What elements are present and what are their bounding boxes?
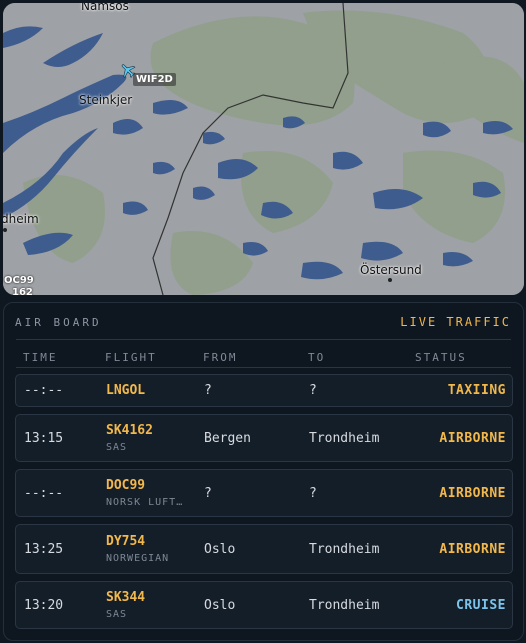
table-row[interactable]: --:-- LNGOL ? ? TAXIING bbox=[15, 374, 513, 407]
row-status: TAXIING bbox=[447, 383, 506, 398]
row-flight: SK344 bbox=[106, 590, 146, 605]
map-view[interactable]: Namsos Steinkjer dheim Östersund WIF2D O… bbox=[3, 3, 524, 295]
row-flight: DOC99 bbox=[106, 478, 146, 493]
row-time: 13:15 bbox=[24, 431, 64, 446]
row-flight: LNGOL bbox=[106, 383, 146, 398]
row-status: AIRBORNE bbox=[439, 486, 506, 501]
place-label-trondheim: dheim bbox=[3, 212, 39, 226]
place-label-namsos: Namsos bbox=[81, 3, 129, 13]
row-flight: DY754 bbox=[106, 534, 146, 549]
row-status: AIRBORNE bbox=[439, 431, 506, 446]
aircraft-callsign-tag[interactable]: WIF2D bbox=[133, 73, 176, 86]
board-header: AIR BOARD LIVE TRAFFIC bbox=[4, 303, 523, 341]
row-to: Trondheim bbox=[309, 542, 380, 557]
place-label-steinkjer: Steinkjer bbox=[79, 93, 133, 107]
row-airline: NORSK LUFT… bbox=[106, 497, 184, 508]
column-header-status: STATUS bbox=[415, 351, 467, 364]
edge-tag-line: 162 bbox=[12, 287, 33, 295]
row-from: Bergen bbox=[204, 431, 251, 446]
divider bbox=[16, 339, 511, 340]
row-time: 13:25 bbox=[24, 542, 64, 557]
row-to: ? bbox=[309, 486, 317, 501]
row-from: ? bbox=[204, 486, 212, 501]
live-traffic-label: LIVE TRAFFIC bbox=[400, 315, 511, 329]
row-time: 13:20 bbox=[24, 598, 64, 613]
row-to: ? bbox=[309, 383, 317, 398]
column-header-flight: FLIGHT bbox=[105, 351, 157, 364]
city-dot bbox=[388, 278, 392, 282]
place-label-ostersund: Östersund bbox=[360, 263, 422, 277]
row-time: --:-- bbox=[24, 383, 64, 398]
air-board-panel: AIR BOARD LIVE TRAFFIC TIME FLIGHT FROM … bbox=[3, 302, 524, 641]
row-time: --:-- bbox=[24, 486, 64, 501]
map-terrain bbox=[3, 3, 524, 295]
column-header-time: TIME bbox=[23, 351, 58, 364]
divider bbox=[16, 367, 511, 368]
table-row[interactable]: --:-- DOC99 NORSK LUFT… ? ? AIRBORNE bbox=[15, 469, 513, 517]
row-flight: SK4162 bbox=[106, 423, 153, 438]
board-title: AIR BOARD bbox=[15, 316, 102, 329]
table-row[interactable]: 13:20 SK344 SAS Oslo Trondheim CRUISE bbox=[15, 581, 513, 629]
row-airline: SAS bbox=[106, 609, 128, 620]
table-row[interactable]: 13:25 DY754 NORWEGIAN Oslo Trondheim AIR… bbox=[15, 524, 513, 574]
row-from: Oslo bbox=[204, 542, 236, 557]
row-from: ? bbox=[204, 383, 212, 398]
column-header-from: FROM bbox=[203, 351, 238, 364]
row-airline: NORWEGIAN bbox=[106, 553, 170, 564]
city-dot bbox=[3, 228, 7, 232]
row-from: Oslo bbox=[204, 598, 236, 613]
column-header-to: TO bbox=[308, 351, 326, 364]
row-to: Trondheim bbox=[309, 431, 380, 446]
edge-tag-line: OC99 bbox=[4, 275, 34, 286]
row-status: AIRBORNE bbox=[439, 542, 506, 557]
edge-aircraft-tag[interactable]: OC99 162 bbox=[4, 275, 34, 295]
row-to: Trondheim bbox=[309, 598, 380, 613]
row-airline: SAS bbox=[106, 442, 128, 453]
row-status: CRUISE bbox=[456, 598, 506, 613]
table-row[interactable]: 13:15 SK4162 SAS Bergen Trondheim AIRBOR… bbox=[15, 414, 513, 462]
